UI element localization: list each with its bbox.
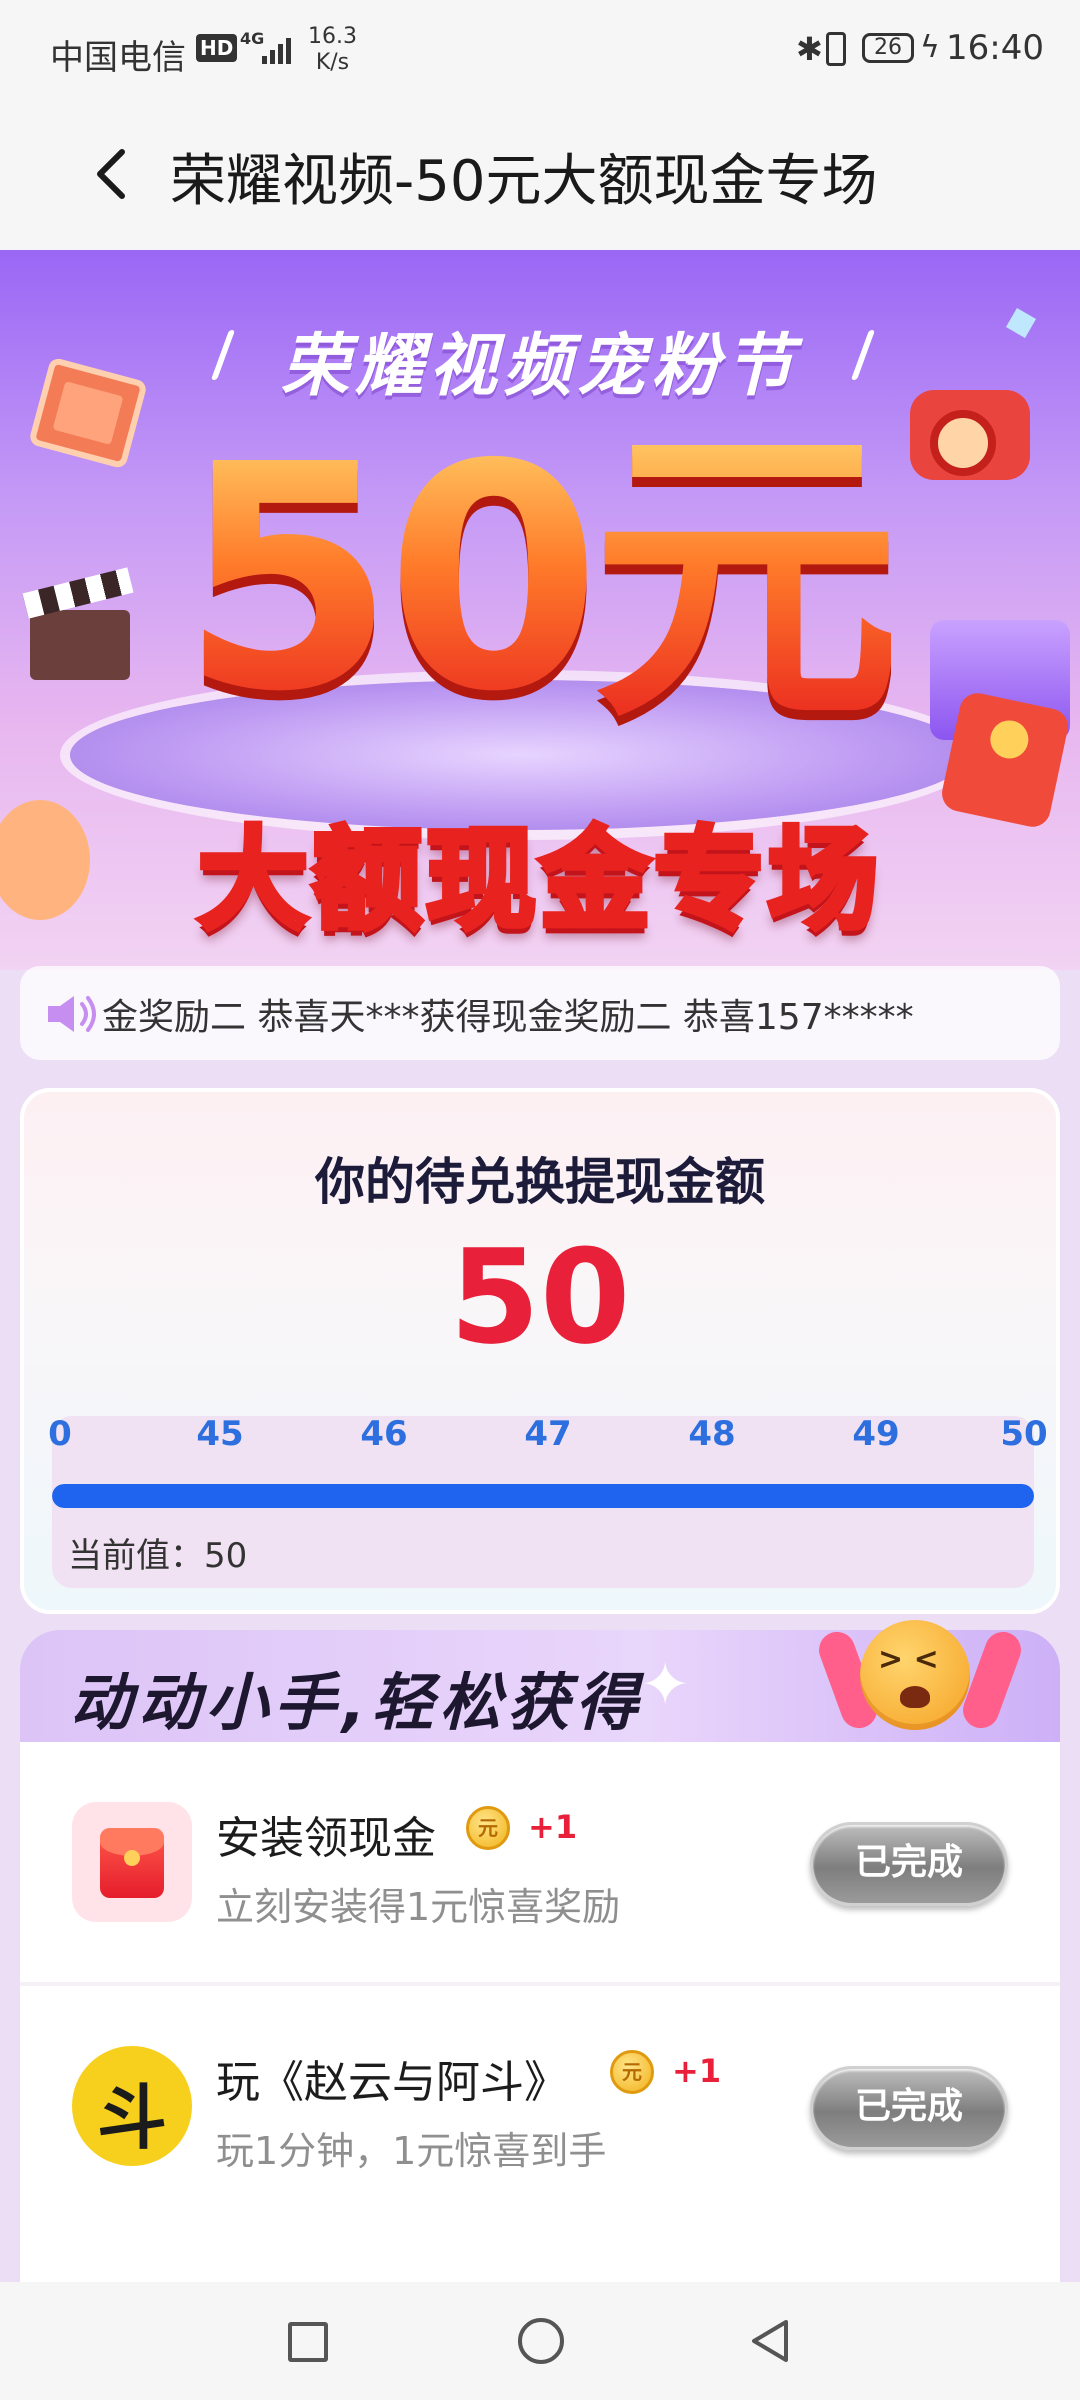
- tasks-title: 动动小手,轻松获得: [70, 1666, 644, 1739]
- winner-marquee: 金奖励二 恭喜天***获得现金奖励二 恭喜157*****: [20, 966, 1060, 1060]
- progress-tick: 50: [1000, 1414, 1048, 1454]
- task-desc: 立刻安装得1元惊喜奖励: [216, 1885, 621, 1929]
- speed-value: 16.3: [308, 24, 357, 49]
- progress-tick: 45: [196, 1414, 244, 1454]
- battery-icon: 26: [862, 33, 914, 63]
- progress-bar: [52, 1484, 1034, 1508]
- vibrate-icon: [826, 32, 846, 66]
- task-item-install: 安装领现金 元 +1 立刻安装得1元惊喜奖励 已完成: [20, 1742, 1060, 1982]
- back-icon[interactable]: [748, 2318, 794, 2364]
- banner-amount: 50元: [180, 399, 901, 760]
- carrier-label: 中国电信: [50, 38, 186, 78]
- game-app-icon: 斗: [72, 2046, 192, 2166]
- coin-icon: 元: [610, 2050, 654, 2094]
- task-item-game: 斗 玩《赵云与阿斗》 元 +1 玩1分钟，1元惊喜到手 已完成: [20, 1982, 1060, 2222]
- clock: 16:40: [946, 28, 1044, 68]
- recent-apps-icon[interactable]: [288, 2322, 328, 2362]
- completed-button[interactable]: 已完成: [810, 1822, 1008, 1906]
- banner-subtitle: 大额现金专场: [195, 813, 882, 947]
- red-envelope-icon: [72, 1802, 192, 1922]
- amount-card: 你的待兑换提现金额 50 0 45 46 47 48 49 50 当前值：50: [20, 1088, 1060, 1614]
- signal-icon: [262, 34, 298, 64]
- sparkle-icon: ✦: [640, 1650, 691, 1720]
- task-name: 玩《赵云与阿斗》: [216, 2057, 568, 2108]
- amount-value: 50: [449, 1221, 631, 1373]
- charging-icon: ϟ: [920, 30, 940, 65]
- network-type: 4G: [240, 29, 265, 48]
- amount-label: 你的待兑换提现金额: [315, 1153, 765, 1211]
- festival-title: 荣耀视频宠粉节: [280, 327, 799, 406]
- speaker-icon: [48, 996, 96, 1032]
- clapperboard-decoration: [30, 610, 130, 680]
- progress-tick: 46: [360, 1414, 408, 1454]
- task-reward: +1: [528, 1808, 578, 1846]
- progress-tick: 49: [852, 1414, 900, 1454]
- progress-tick: 48: [688, 1414, 736, 1454]
- back-arrow-icon[interactable]: [84, 144, 144, 204]
- coin-icon: 元: [466, 1806, 510, 1850]
- task-reward: +1: [672, 2052, 722, 2090]
- task-desc: 玩1分钟，1元惊喜到手: [216, 2129, 607, 2173]
- speed-unit: K/s: [315, 50, 350, 75]
- task-name: 安装领现金: [216, 1813, 436, 1864]
- nav-header: 荣耀视频-50元大额现金专场: [0, 100, 1080, 250]
- promo-banner: 荣耀视频宠粉节 50元 大额现金专场: [0, 250, 1080, 970]
- page-title: 荣耀视频-50元大额现金专场: [170, 149, 878, 214]
- task-list: 安装领现金 元 +1 立刻安装得1元惊喜奖励 已完成 斗 玩《赵云与阿斗》 元 …: [20, 1742, 1060, 2282]
- bluetooth-icon: ✱: [796, 30, 823, 68]
- excited-face-icon: [860, 1620, 970, 1730]
- progress-tick: 47: [524, 1414, 572, 1454]
- completed-button[interactable]: 已完成: [810, 2066, 1008, 2150]
- current-value: 当前值：50: [68, 1536, 248, 1576]
- hd-badge: HD: [196, 34, 238, 62]
- status-bar: 中国电信 HD 4G 16.3 K/s ✱ 26 ϟ 16:40: [0, 0, 1080, 100]
- network-speed: 16.3 K/s: [308, 24, 357, 76]
- tasks-header: 动动小手,轻松获得 ✦: [20, 1620, 1060, 1742]
- progress-tick: 0: [48, 1414, 72, 1454]
- progress-fill: [52, 1484, 1034, 1508]
- home-icon[interactable]: [518, 2318, 564, 2364]
- marquee-text: 金奖励二 恭喜天***获得现金奖励二 恭喜157*****: [102, 997, 914, 1038]
- system-nav-bar: [0, 2282, 1080, 2400]
